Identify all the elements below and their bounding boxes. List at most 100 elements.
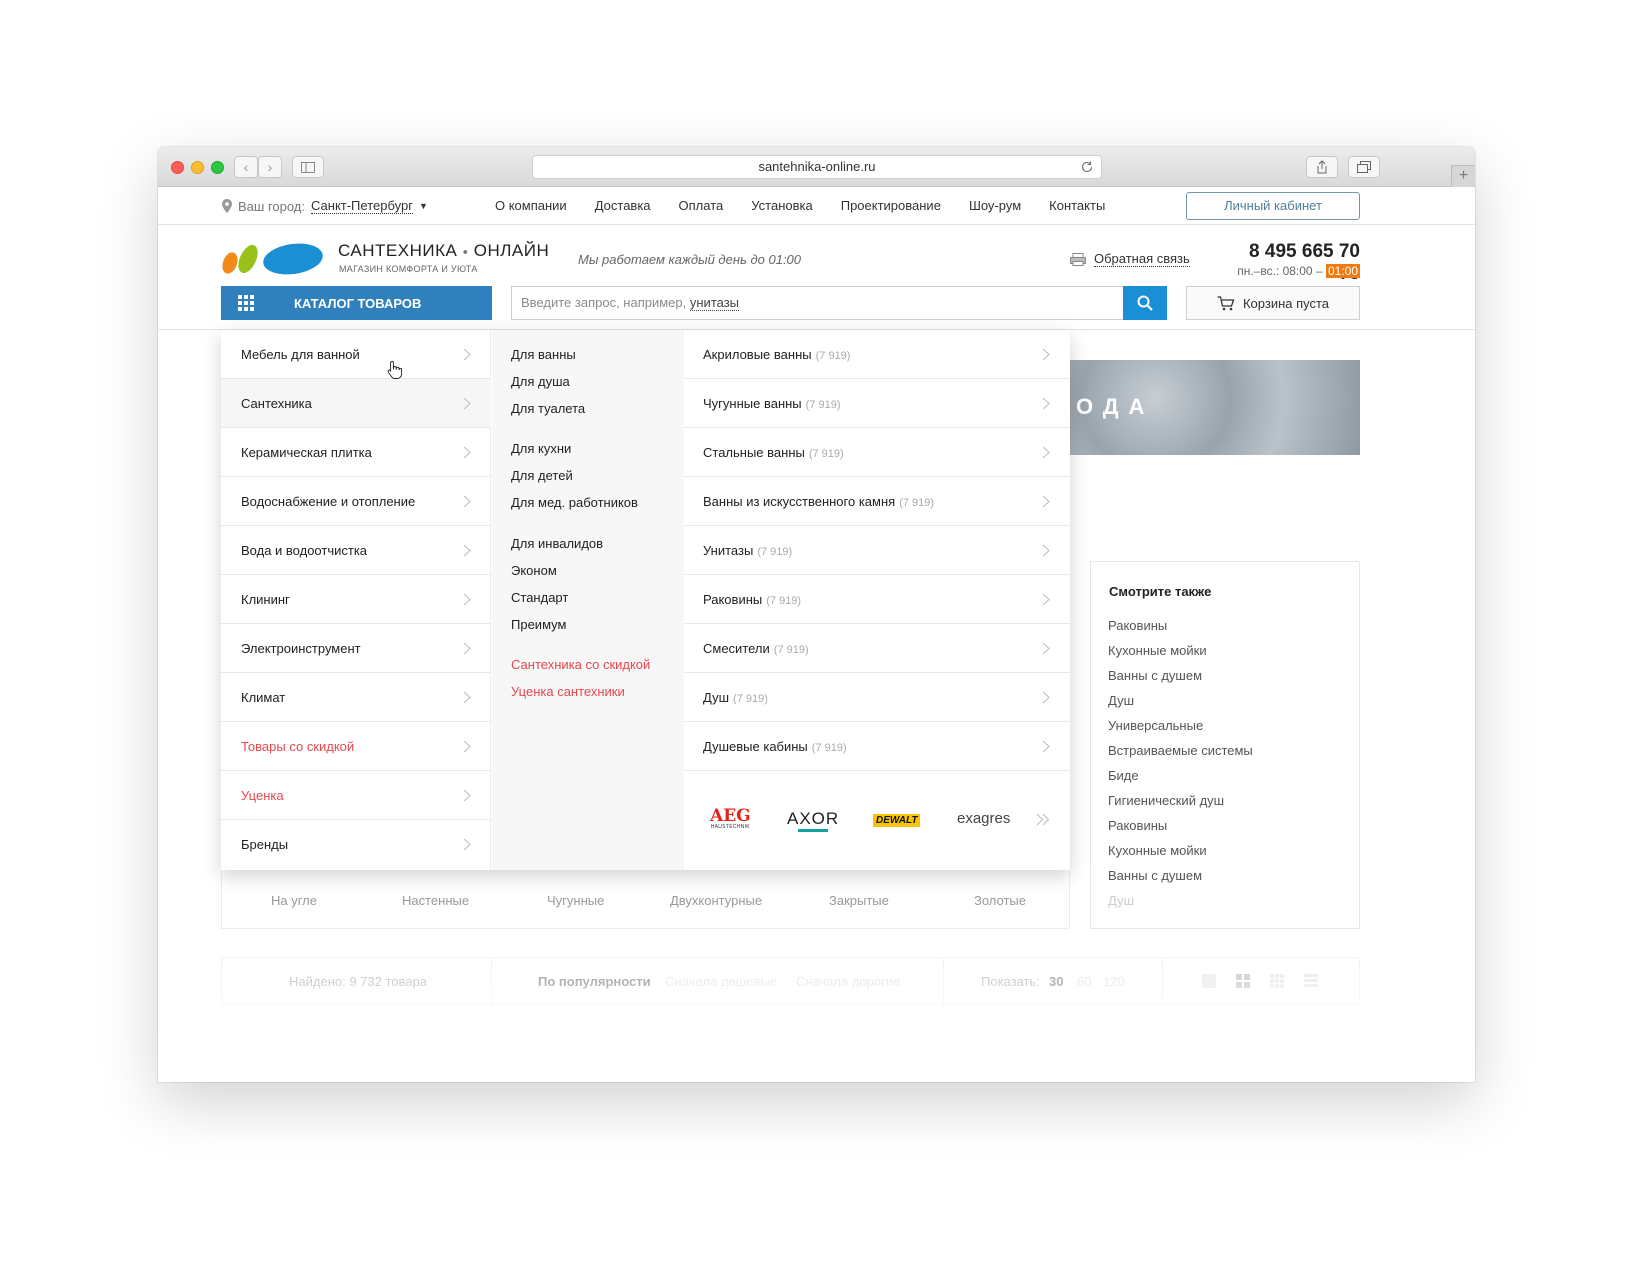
feedback-link[interactable]: Обратная связь xyxy=(1070,251,1190,267)
subgroup-link[interactable]: Для детей xyxy=(511,468,573,483)
product-type-item[interactable]: Ванны из искусственного камня (7 919) xyxy=(684,477,1070,526)
category-item[interactable]: Вода и водоотчистка xyxy=(221,526,491,575)
category-item-markdown[interactable]: Уценка xyxy=(221,771,491,820)
nav-link-design[interactable]: Проектирование xyxy=(841,198,941,213)
filter-tag[interactable]: Настенные xyxy=(402,893,469,908)
catalog-button[interactable]: КАТАЛОГ ТОВАРОВ xyxy=(221,286,492,320)
close-window-button[interactable] xyxy=(171,161,184,174)
see-also-link[interactable]: Раковины xyxy=(1108,818,1253,843)
new-tab-icon[interactable]: + xyxy=(1451,165,1475,187)
see-also-link[interactable]: Кухонные мойки xyxy=(1108,843,1253,868)
brand-logo-axor[interactable]: AXOR xyxy=(787,810,839,832)
tabs-overview-icon[interactable] xyxy=(1348,156,1380,178)
subgroup-link-markdown[interactable]: Уценка сантехники xyxy=(511,684,625,699)
product-type-item[interactable]: Смесители (7 919) xyxy=(684,624,1070,673)
filter-tag[interactable]: На угле xyxy=(271,893,317,908)
view-list-icon[interactable] xyxy=(1303,973,1319,989)
view-large-icon[interactable] xyxy=(1201,973,1217,989)
brand-logo-aeg[interactable]: AEG HAUSTECHNIK xyxy=(710,808,751,830)
divider xyxy=(943,958,944,1006)
category-item[interactable]: Электроинструмент xyxy=(221,624,491,673)
see-also-link[interactable]: Кухонные мойки xyxy=(1108,643,1253,668)
city-value[interactable]: Санкт-Петербург xyxy=(311,198,413,214)
cart-button[interactable]: Корзина пуста xyxy=(1186,286,1360,320)
brand-logo-exagres[interactable]: exagres xyxy=(957,810,1010,827)
nav-link-about[interactable]: О компании xyxy=(495,198,567,213)
nav-link-delivery[interactable]: Доставка xyxy=(595,198,651,213)
filter-tag[interactable]: Двухконтурные xyxy=(670,893,762,908)
category-label: Водоснабжение и отопление xyxy=(241,494,416,509)
category-item-active[interactable]: Сантехника xyxy=(221,379,491,428)
subgroup-link[interactable]: Эконом xyxy=(511,563,557,578)
forward-icon[interactable]: › xyxy=(258,156,282,178)
account-button[interactable]: Личный кабинет xyxy=(1186,192,1360,220)
subgroup-link[interactable]: Для мед. работников xyxy=(511,495,638,510)
see-also-link[interactable]: Ванны с душем xyxy=(1108,668,1253,693)
page-size-120[interactable]: 120 xyxy=(1103,974,1125,989)
hand-cursor-icon xyxy=(387,361,402,379)
product-type-item[interactable]: Раковины (7 919) xyxy=(684,575,1070,624)
sidebar-toggle-icon[interactable] xyxy=(292,156,324,178)
subgroup-link[interactable]: Для кухни xyxy=(511,441,571,456)
category-item[interactable]: Климат xyxy=(221,673,491,722)
see-also-link[interactable]: Ванны с душем xyxy=(1108,868,1253,893)
filter-tag[interactable]: Золотые xyxy=(974,893,1026,908)
zoom-window-button[interactable] xyxy=(211,161,224,174)
nav-link-showroom[interactable]: Шоу-рум xyxy=(969,198,1021,213)
category-item[interactable]: Клининг xyxy=(221,575,491,624)
category-item-discount[interactable]: Товары со скидкой xyxy=(221,722,491,771)
nav-link-installation[interactable]: Установка xyxy=(751,198,812,213)
see-also-link[interactable]: Встраиваемые системы xyxy=(1108,743,1253,768)
address-bar[interactable]: santehnika-online.ru xyxy=(532,155,1102,179)
subgroup-link[interactable]: Для душа xyxy=(511,374,570,389)
phone-number[interactable]: 8 495 665 70 75 xyxy=(1226,241,1360,285)
filter-tag[interactable]: Чугунные xyxy=(547,893,604,908)
view-small-grid-icon[interactable] xyxy=(1269,973,1285,989)
sort-cheap-first[interactable]: Сначала дешевые xyxy=(665,974,777,989)
category-item[interactable]: Бренды xyxy=(221,820,491,869)
product-type-item[interactable]: Душевые кабины (7 919) xyxy=(684,722,1070,771)
sort-popular[interactable]: По популярности xyxy=(538,974,651,989)
product-type-item[interactable]: Чугунные ванны (7 919) xyxy=(684,379,1070,428)
page-size-30[interactable]: 30 xyxy=(1049,974,1063,989)
see-also-link[interactable]: Душ xyxy=(1108,693,1253,718)
product-type-item[interactable]: Душ (7 919) xyxy=(684,673,1070,722)
product-type-item[interactable]: Унитазы (7 919) xyxy=(684,526,1070,575)
product-type-item[interactable]: Стальные ванны (7 919) xyxy=(684,428,1070,477)
sort-expensive-first[interactable]: Сначала дорогие xyxy=(796,974,900,989)
share-icon[interactable] xyxy=(1306,156,1338,178)
see-also-link[interactable]: Душ xyxy=(1108,893,1253,918)
subgroup-link[interactable]: Стандарт xyxy=(511,590,568,605)
subgroup-link[interactable]: Для инвалидов xyxy=(511,536,603,551)
chevron-right-icon xyxy=(463,348,471,361)
filter-tag[interactable]: Закрытые xyxy=(829,893,889,908)
category-item[interactable]: Керамическая плитка xyxy=(221,428,491,477)
subgroup-link[interactable]: Для туалета xyxy=(511,401,585,416)
subgroup-link[interactable]: Для ванны xyxy=(511,347,576,362)
product-type-item[interactable]: Акриловые ванны (7 919) xyxy=(684,330,1070,379)
page-size-60[interactable]: 60 xyxy=(1077,974,1091,989)
view-grid-icon[interactable] xyxy=(1235,973,1251,989)
logo-icon[interactable] xyxy=(220,239,328,279)
double-chevron-right-icon[interactable] xyxy=(1036,813,1050,826)
brand-logo-dewalt[interactable]: DEWALT xyxy=(873,814,921,827)
nav-link-contacts[interactable]: Контакты xyxy=(1049,198,1105,213)
city-selector[interactable]: Ваш город: Санкт-Петербург ▼ xyxy=(222,198,428,214)
back-icon[interactable]: ‹ xyxy=(234,156,258,178)
subgroup-link[interactable]: Преимум xyxy=(511,617,566,632)
search-input[interactable]: Введите запрос, например, унитазы xyxy=(511,286,1123,320)
subgroup-link-discount[interactable]: Сантехника со скидкой xyxy=(511,657,650,672)
see-also-link[interactable]: Гигиенический душ xyxy=(1108,793,1253,818)
nav-link-payment[interactable]: Оплата xyxy=(679,198,724,213)
search-button[interactable] xyxy=(1123,286,1167,320)
reload-icon[interactable] xyxy=(1079,159,1095,175)
search-example[interactable]: унитазы xyxy=(689,295,740,311)
minimize-window-button[interactable] xyxy=(191,161,204,174)
category-item[interactable]: Мебель для ванной xyxy=(221,330,491,379)
page-size-label: Показать: xyxy=(981,974,1040,989)
category-item[interactable]: Водоснабжение и отопление xyxy=(221,477,491,526)
phone-hours: пн.–вс.: 08:00 – 01:00 xyxy=(1218,264,1360,278)
see-also-link[interactable]: Биде xyxy=(1108,768,1253,793)
see-also-link[interactable]: Раковины xyxy=(1108,618,1253,643)
see-also-link[interactable]: Универсальные xyxy=(1108,718,1253,743)
